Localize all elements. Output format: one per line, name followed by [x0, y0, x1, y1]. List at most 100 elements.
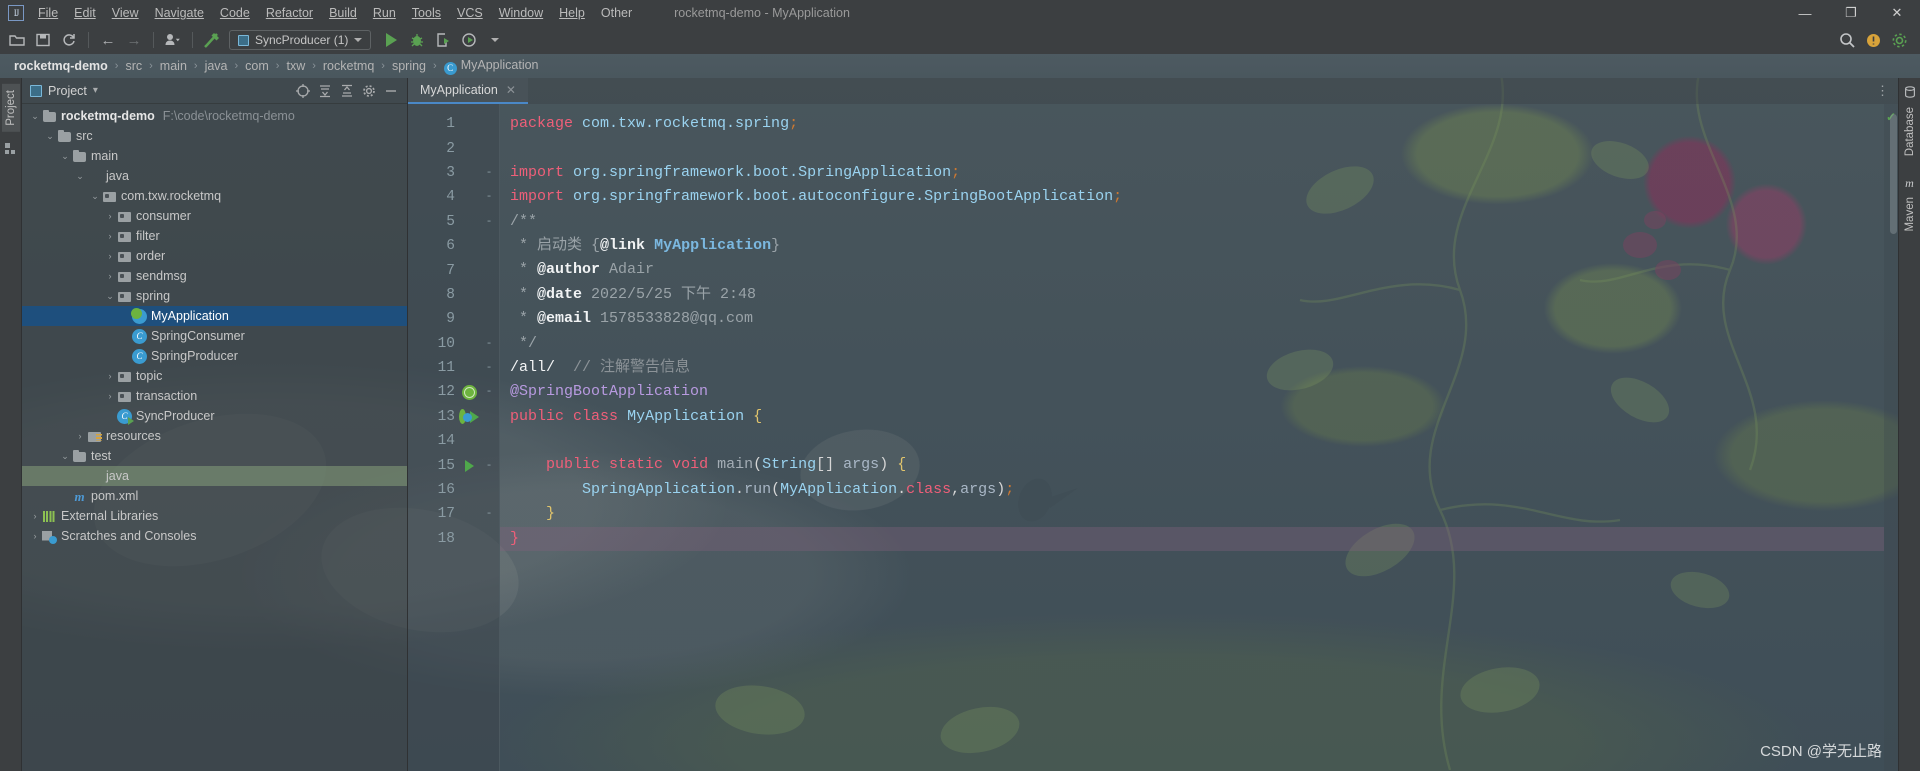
fold-marker[interactable]: -	[483, 508, 495, 520]
breadcrumb-item-myapplication[interactable]: C MyApplication	[440, 57, 543, 76]
gutter-line-9[interactable]: 9	[408, 307, 499, 331]
menu-tools[interactable]: Tools	[404, 2, 449, 24]
fold-marker[interactable]: -	[483, 191, 495, 203]
breadcrumb-item-rocketmq[interactable]: rocketmq	[319, 58, 378, 74]
tree-node-filter[interactable]: › filter	[22, 226, 407, 246]
chevron-down-icon[interactable]: ⌄	[43, 131, 57, 142]
menu-window[interactable]: Window	[491, 2, 551, 24]
code-line-18[interactable]: }	[500, 526, 1884, 552]
gutter-line-5[interactable]: 5-	[408, 210, 499, 234]
gutter-line-4[interactable]: 4-	[408, 185, 499, 209]
menu-refactor[interactable]: Refactor	[258, 2, 321, 24]
structure-icon[interactable]	[4, 142, 17, 158]
settings-gear-icon[interactable]	[1887, 29, 1911, 51]
tree-node-main[interactable]: ⌄ main	[22, 146, 407, 166]
refresh-icon[interactable]	[57, 29, 81, 51]
navigate-forward-icon[interactable]: →	[122, 29, 146, 51]
menu-run[interactable]: Run	[365, 2, 404, 24]
fold-marker[interactable]: -	[483, 386, 495, 398]
gutter-line-3[interactable]: 3-	[408, 161, 499, 185]
run-button[interactable]	[379, 29, 403, 51]
menu-code[interactable]: Code	[212, 2, 258, 24]
tree-node-consumer[interactable]: › consumer	[22, 206, 407, 226]
project-panel-dropdown-icon[interactable]: ▾	[93, 85, 98, 96]
gutter-line-12[interactable]: 12 -	[408, 380, 499, 404]
gutter-line-16[interactable]: 16	[408, 478, 499, 502]
chevron-right-icon[interactable]: ›	[103, 211, 117, 221]
tree-node-myapplication[interactable]: · MyApplication	[22, 306, 407, 326]
tree-node-scratches-and-consoles[interactable]: › Scratches and Consoles	[22, 526, 407, 546]
gutter-icons[interactable]	[459, 459, 479, 472]
code-line-15[interactable]: public static void main(String[] args) {	[500, 453, 1884, 477]
menu-navigate[interactable]: Navigate	[147, 2, 212, 24]
editor-scrollbar-thumb[interactable]	[1890, 114, 1897, 234]
tree-node-pom-xml[interactable]: ·m pom.xml	[22, 486, 407, 506]
gutter-line-6[interactable]: 6	[408, 234, 499, 258]
code-line-11[interactable]: /all/ // 注解警告信息	[500, 356, 1884, 380]
tree-node-order[interactable]: › order	[22, 246, 407, 266]
breadcrumb-item-java[interactable]: java	[201, 58, 232, 74]
tree-node-src[interactable]: ⌄ src	[22, 126, 407, 146]
tree-node-java[interactable]: ⌄ java	[22, 166, 407, 186]
chevron-right-icon[interactable]: ›	[103, 251, 117, 261]
fold-marker[interactable]: -	[483, 460, 495, 472]
chevron-right-icon[interactable]: ›	[103, 391, 117, 401]
sidebar-item-project[interactable]: Project	[1, 84, 20, 132]
ide-updates-icon[interactable]	[1861, 29, 1885, 51]
code-line-3[interactable]: import org.springframework.boot.SpringAp…	[500, 161, 1884, 185]
tree-node-transaction[interactable]: › transaction	[22, 386, 407, 406]
chevron-right-icon[interactable]: ›	[28, 511, 42, 521]
collapse-all-icon[interactable]	[337, 81, 357, 101]
editor-marker-bar[interactable]: ✓	[1884, 104, 1898, 771]
expand-all-icon[interactable]	[315, 81, 335, 101]
gutter-line-18[interactable]: 18	[408, 527, 499, 551]
gutter-line-7[interactable]: 7	[408, 258, 499, 282]
code-line-9[interactable]: * @email 1578533828@qq.com	[500, 307, 1884, 331]
menu-build[interactable]: Build	[321, 2, 365, 24]
spring-bean-gutter-icon[interactable]	[461, 384, 477, 400]
build-hammer-icon[interactable]	[200, 29, 224, 51]
breadcrumb-item-spring[interactable]: spring	[388, 58, 430, 74]
tree-node-rocketmq-demo[interactable]: ⌄ rocketmq-demo F:\code\rocketmq-demo	[22, 106, 407, 126]
tree-node-resources[interactable]: › resources	[22, 426, 407, 446]
menu-view[interactable]: View	[104, 2, 147, 24]
chevron-right-icon[interactable]: ›	[103, 231, 117, 241]
hide-panel-icon[interactable]	[381, 81, 401, 101]
gutter-line-2[interactable]: 2	[408, 136, 499, 160]
gutter-line-13[interactable]: 13	[408, 405, 499, 429]
gutter-icons[interactable]	[459, 409, 479, 425]
more-options-icon[interactable]: ⋮	[1876, 83, 1890, 99]
chevron-right-icon[interactable]: ›	[103, 271, 117, 281]
code-line-1[interactable]: package com.txw.rocketmq.spring;	[500, 112, 1884, 136]
locate-icon[interactable]	[293, 81, 313, 101]
code-line-16[interactable]: SpringApplication.run(MyApplication.clas…	[500, 478, 1884, 502]
gutter-line-14[interactable]: 14	[408, 429, 499, 453]
code-line-13[interactable]: public class MyApplication {	[500, 405, 1884, 429]
editor-gutter[interactable]: 1 2 3-4-5-6 7 8 9 10-11-12-13 14 15-16 17-18	[408, 104, 500, 771]
maven-icon[interactable]: m	[1905, 176, 1914, 191]
profiler-dropdown-icon[interactable]	[483, 29, 507, 51]
tab-myapplication[interactable]: MyApplication ✕	[408, 78, 528, 104]
menu-vcs[interactable]: VCS	[449, 2, 491, 24]
gutter-line-1[interactable]: 1	[408, 112, 499, 136]
tree-node-java[interactable]: · java	[22, 466, 407, 486]
run-gutter-icon[interactable]	[464, 459, 474, 472]
chevron-right-icon[interactable]: ›	[73, 431, 87, 441]
code-line-14[interactable]	[500, 429, 1884, 453]
code-content[interactable]: package com.txw.rocketmq.spring; import …	[500, 104, 1884, 771]
gutter-icons[interactable]	[459, 384, 479, 400]
code-line-4[interactable]: import org.springframework.boot.autoconf…	[500, 185, 1884, 209]
tree-node-external-libraries[interactable]: › External Libraries	[22, 506, 407, 526]
chevron-down-icon[interactable]: ⌄	[88, 191, 102, 202]
tree-node-sendmsg[interactable]: › sendmsg	[22, 266, 407, 286]
chevron-down-icon[interactable]: ⌄	[58, 151, 72, 162]
search-everywhere-icon[interactable]	[1835, 29, 1859, 51]
tree-node-springconsumer[interactable]: ·C SpringConsumer	[22, 326, 407, 346]
fold-marker[interactable]: -	[483, 167, 495, 179]
chevron-down-icon[interactable]: ⌄	[73, 171, 87, 182]
code-line-5[interactable]: /**	[500, 210, 1884, 234]
tree-node-topic[interactable]: › topic	[22, 366, 407, 386]
menu-edit[interactable]: Edit	[66, 2, 104, 24]
gutter-line-11[interactable]: 11 -	[408, 356, 499, 380]
tree-node-springproducer[interactable]: ·C SpringProducer	[22, 346, 407, 366]
